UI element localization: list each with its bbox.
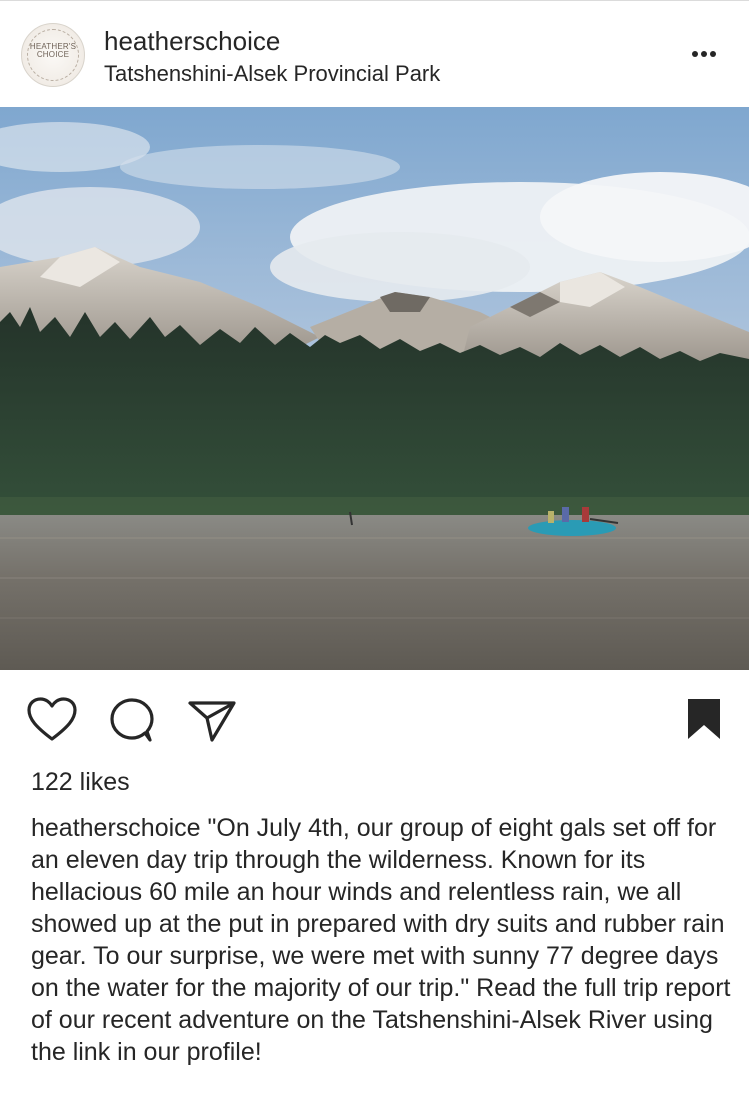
bookmark-icon[interactable] xyxy=(686,697,722,746)
avatar-logo-text: HEATHER'S CHOICE xyxy=(29,42,77,59)
send-icon[interactable] xyxy=(186,697,238,748)
action-bar xyxy=(0,670,749,765)
comment-icon[interactable] xyxy=(106,697,158,748)
location-link[interactable]: Tatshenshini-Alsek Provincial Park xyxy=(104,61,440,87)
caption-text: "On July 4th, our group of eight gals se… xyxy=(31,814,731,1066)
caption-username[interactable]: heatherschoice xyxy=(31,814,201,842)
likes-count[interactable]: 122 likes xyxy=(31,766,130,798)
avatar[interactable]: HEATHER'S CHOICE xyxy=(21,23,85,87)
post-caption: heatherschoice "On July 4th, our group o… xyxy=(31,812,731,1068)
post-header: HEATHER'S CHOICE heatherschoice Tatshens… xyxy=(0,0,749,107)
instagram-post: HEATHER'S CHOICE heatherschoice Tatshens… xyxy=(0,0,749,1108)
username[interactable]: heatherschoice xyxy=(104,26,280,56)
heart-icon[interactable] xyxy=(26,697,78,748)
post-photo[interactable] xyxy=(0,107,749,670)
more-options-icon[interactable] xyxy=(680,39,724,69)
